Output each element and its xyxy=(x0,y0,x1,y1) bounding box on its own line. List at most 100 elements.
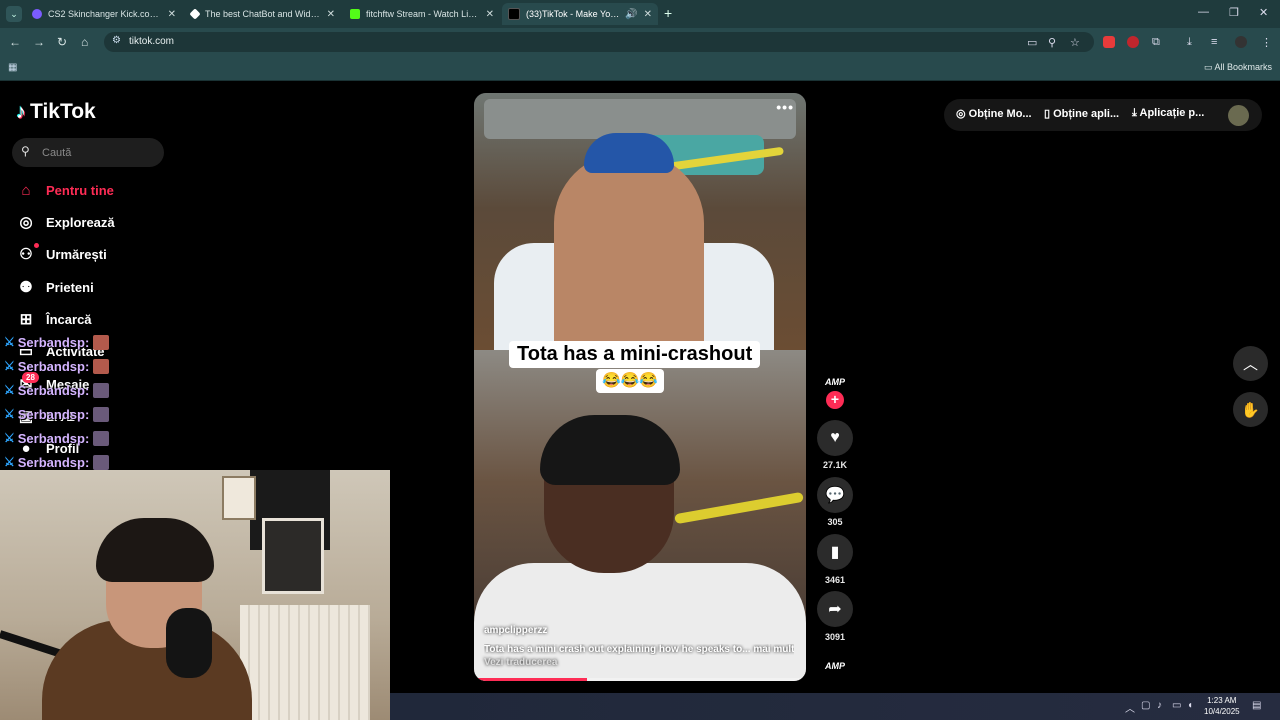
bookmark-star-icon[interactable]: ☆ xyxy=(1070,36,1080,49)
nav-for-you[interactable]: ⌂ Pentru tine xyxy=(16,178,114,202)
chat-line: ⚔ Serbandsp: xyxy=(4,333,110,351)
download-icon[interactable]: ⤓ xyxy=(1187,36,1192,49)
like-button[interactable]: ♥ xyxy=(817,420,853,456)
emote-icon xyxy=(93,334,110,350)
close-icon[interactable]: ✕ xyxy=(486,9,494,20)
nav-friends[interactable]: ⚉ Prieteni xyxy=(16,275,94,299)
following-dot xyxy=(34,243,39,248)
save-button[interactable]: ▮ xyxy=(817,534,853,570)
get-coins-button[interactable]: ◎ Obține Mo... xyxy=(956,107,1032,120)
video-player[interactable]: ••• Tota has a mini-crashout 😂😂😂 ampclip… xyxy=(474,93,806,681)
network-icon[interactable]: ▭ xyxy=(1172,700,1181,711)
extensions-puzzle-icon[interactable]: ⧉ xyxy=(1152,36,1160,49)
wall-photo-frame xyxy=(262,518,324,594)
address-bar[interactable]: ⚙ tiktok.com xyxy=(104,32,1094,52)
tab-kick-skinchanger[interactable]: CS2 Skinchanger Kick.com/stoo ✕ xyxy=(26,3,182,25)
nav-label: Prieteni xyxy=(46,279,94,295)
share-icon: ➦ xyxy=(828,601,842,618)
tray-app-icon[interactable]: ▢ xyxy=(1141,700,1150,711)
chat-username: Serbandsp: xyxy=(17,430,90,446)
all-bookmarks-label: All Bookmarks xyxy=(1214,62,1273,72)
more-options-icon[interactable]: ••• xyxy=(776,99,794,115)
tab-chatbot-widgets[interactable]: The best ChatBot and Widgets ✕ xyxy=(185,3,341,25)
pc-app-button[interactable]: ⤓ Aplicație p... xyxy=(1132,107,1204,120)
tiktok-logo[interactable]: ♪ TikTok xyxy=(16,100,96,124)
nav-label: Urmărești xyxy=(46,246,107,262)
previous-video-button[interactable]: ︿ xyxy=(1233,346,1268,381)
media-control-icon[interactable]: ≡ xyxy=(1211,36,1217,48)
get-app-button[interactable]: ▯ Obține apli... xyxy=(1044,107,1119,120)
speaker-icon[interactable]: 🔊 xyxy=(625,9,637,20)
new-tab-button[interactable]: + xyxy=(664,5,672,21)
sword-icon: ⚔ xyxy=(4,407,15,421)
progress-fill xyxy=(474,678,587,681)
home-button[interactable]: ⌂ xyxy=(81,35,88,49)
tab-kick-stream[interactable]: fitchftw Stream - Watch Live on ✕ xyxy=(344,3,500,25)
video-description[interactable]: Tota has a mini crash out explaining how… xyxy=(484,644,794,655)
chat-username: Serbandsp: xyxy=(17,406,90,422)
sword-icon: ⚔ xyxy=(4,455,15,469)
close-window-button[interactable]: ✕ xyxy=(1259,6,1268,19)
sound-disc[interactable]: AMP xyxy=(822,656,848,676)
close-icon[interactable]: ✕ xyxy=(168,9,176,20)
share-button[interactable]: ➦ xyxy=(817,591,853,627)
search-bar[interactable]: ⚲ xyxy=(12,138,164,167)
close-icon[interactable]: ✕ xyxy=(327,9,335,20)
next-video-button[interactable]: ✋ xyxy=(1233,392,1268,427)
sword-icon: ⚔ xyxy=(4,431,15,445)
tab-title: (33)TikTok - Make Your Day xyxy=(526,9,623,19)
emote-icon xyxy=(93,454,110,470)
button-label: Aplicație p... xyxy=(1139,107,1205,119)
video-username[interactable]: ampclipperzz xyxy=(484,625,547,636)
video-progress-bar[interactable] xyxy=(474,678,806,681)
tab-search-button[interactable]: ⌄ xyxy=(6,6,22,22)
restore-button[interactable]: ❐ xyxy=(1229,6,1239,19)
sword-icon: ⚔ xyxy=(4,359,15,373)
tab-tiktok[interactable]: (33)TikTok - Make Your Day 🔊 ✕ xyxy=(502,3,658,25)
following-icon: ⚇ xyxy=(19,246,33,263)
translate-link[interactable]: Vezi traducerea xyxy=(484,657,557,668)
system-clock[interactable]: 1:23 AM 10/4/2025 xyxy=(1204,695,1240,717)
volume-icon[interactable]: ◖ xyxy=(1187,700,1193,711)
tray-chevron-icon[interactable]: ︿ xyxy=(1125,700,1135,715)
comment-button[interactable]: 💬 xyxy=(817,477,853,513)
phone-icon: ▯ xyxy=(1044,108,1054,120)
cast-icon[interactable]: ▭ xyxy=(1027,36,1037,49)
chat-username: Serbandsp: xyxy=(17,454,90,470)
all-bookmarks-button[interactable]: ▭ All Bookmarks xyxy=(1204,62,1272,73)
nav-explore[interactable]: ◎ Explorează xyxy=(16,210,114,234)
tab-title: fitchftw Stream - Watch Live on xyxy=(366,9,480,19)
friends-icon: ⚉ xyxy=(19,279,33,296)
emote-icon xyxy=(93,406,110,422)
chat-line: ⚔ Serbandsp: xyxy=(4,405,110,423)
minimize-button[interactable]: — xyxy=(1198,6,1209,18)
follow-plus-button[interactable]: + xyxy=(826,391,844,409)
url-text: tiktok.com xyxy=(129,36,175,47)
microphone-icon[interactable]: ♪ xyxy=(1157,700,1162,711)
close-icon[interactable]: ✕ xyxy=(644,9,652,20)
profile-avatar[interactable] xyxy=(1235,36,1247,48)
apps-grid-icon[interactable]: ▦ xyxy=(8,62,17,73)
bookmarks-bar: ▦ ▭ All Bookmarks xyxy=(0,56,1280,81)
reload-button[interactable]: ↻ xyxy=(57,35,67,49)
nav-upload[interactable]: ⊞ Încarcă xyxy=(16,307,92,331)
clock-date: 10/4/2025 xyxy=(1204,707,1240,716)
creator-avatar[interactable]: AMP xyxy=(822,372,848,392)
extension-icon[interactable] xyxy=(1103,36,1115,48)
person-durag xyxy=(540,415,680,485)
zoom-icon[interactable]: ⚲ xyxy=(1048,36,1056,49)
user-avatar[interactable] xyxy=(1228,105,1249,126)
forward-button[interactable]: → xyxy=(33,35,45,49)
kick-favicon-icon xyxy=(350,9,360,19)
chat-username: Serbandsp: xyxy=(17,358,90,374)
search-input[interactable] xyxy=(40,143,162,163)
menu-icon[interactable]: ⋮ xyxy=(1261,36,1272,49)
back-button[interactable]: ← xyxy=(9,35,21,49)
notification-icon[interactable]: ▤ xyxy=(1252,700,1261,711)
logo-text: TikTok xyxy=(30,100,96,123)
site-info-icon[interactable]: ⚙ xyxy=(112,35,121,46)
nav-label: Pentru tine xyxy=(46,182,114,198)
nav-following[interactable]: ⚇ Urmărești xyxy=(16,242,107,266)
adblock-icon[interactable] xyxy=(1127,36,1139,48)
video-caption: Tota has a mini-crashout xyxy=(509,341,761,368)
